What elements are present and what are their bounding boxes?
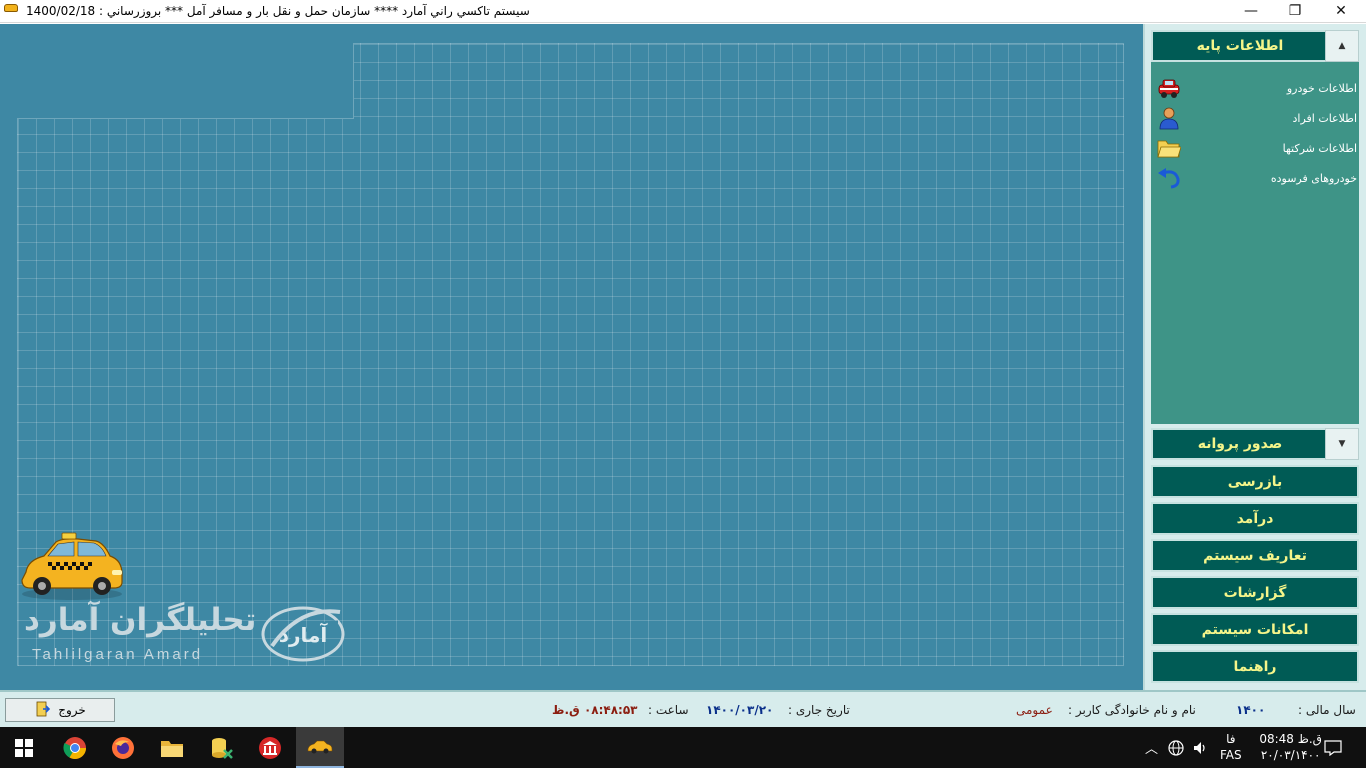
- person-icon: [1157, 106, 1181, 130]
- menu-button-help[interactable]: راهنما: [1151, 650, 1359, 683]
- taxi-app-icon: [4, 4, 18, 12]
- expand-chevron-icon[interactable]: ▼: [1325, 428, 1359, 460]
- taskbar-taxi-app[interactable]: [296, 727, 344, 768]
- chrome-icon: [63, 736, 86, 759]
- taxi-car-icon: [21, 532, 123, 600]
- menu-button-system-tools[interactable]: امکانات سیستم: [1151, 613, 1359, 646]
- volume-icon[interactable]: [1192, 740, 1208, 756]
- user-name-label: نام و نام خانوادگی کاربر :: [1068, 703, 1196, 717]
- input-language-code: FAS: [1220, 748, 1242, 762]
- date-label: تاریخ جاری :: [788, 703, 850, 717]
- company-name-persian: تحلیلگران آمارد: [24, 602, 257, 638]
- system-tray: ︿: [1145, 727, 1208, 768]
- network-globe-icon[interactable]: [1168, 739, 1184, 756]
- group-base-info-body: اطلاعات خودرو اطلاعات افراد اطلاعات شرکت…: [1151, 62, 1359, 424]
- exit-button-label: خروج: [58, 703, 86, 717]
- mdi-workspace: تحلیلگران آمارد Tahlilgaran Amard آمارد: [0, 24, 1143, 690]
- menu-button-system-definitions[interactable]: تعاریف سیستم: [1151, 539, 1359, 572]
- current-time-value: ۰۸:۴۸:۵۳ ق.ظ: [552, 703, 638, 717]
- start-button[interactable]: [0, 727, 48, 768]
- fiscal-year-value: ۱۴۰۰: [1236, 703, 1266, 717]
- firefox-icon: [112, 736, 134, 759]
- exit-button[interactable]: خروج: [5, 698, 115, 722]
- car-icon: [1157, 76, 1181, 100]
- menu-button-reports[interactable]: گزارشات: [1151, 576, 1359, 609]
- user-name-value: عمومی: [1016, 703, 1053, 717]
- folder-icon: [161, 740, 183, 757]
- taskbar-file-explorer[interactable]: [148, 727, 196, 768]
- database-tools-icon: [212, 737, 233, 759]
- nav-item-label: اطلاعات شرکتها: [1282, 141, 1357, 155]
- input-language[interactable]: فا FAS: [1220, 731, 1242, 763]
- grid-background: [17, 43, 1124, 666]
- amard-emblem-logo: آمارد: [261, 606, 345, 662]
- group-base-info-header[interactable]: اطلاعات پایه ▲: [1151, 30, 1359, 62]
- notification-icon: [1324, 739, 1342, 756]
- nav-item-vehicle-info[interactable]: اطلاعات خودرو: [1157, 75, 1357, 101]
- taskbar-bank-app[interactable]: [246, 727, 294, 768]
- taskbar-firefox[interactable]: [99, 727, 147, 768]
- fiscal-year-label: سال مالی :: [1298, 703, 1356, 717]
- window-titlebar: سيستم تاكسي راني آمارد **** سازمان حمل و…: [0, 0, 1366, 23]
- folder-icon: [1157, 136, 1181, 160]
- maximize-button[interactable]: ❐: [1272, 0, 1318, 22]
- undo-arrow-icon: [1157, 166, 1181, 190]
- taskbar-chrome[interactable]: [51, 727, 99, 768]
- minimize-button[interactable]: —: [1228, 0, 1274, 22]
- nav-item-worn-vehicles[interactable]: خودروهای فرسوده: [1157, 165, 1357, 191]
- menu-button-income[interactable]: درآمد: [1151, 502, 1359, 535]
- taxi-car-icon: [307, 740, 333, 753]
- nav-item-label: خودروهای فرسوده: [1270, 171, 1357, 185]
- collapse-chevron-icon[interactable]: ▲: [1325, 30, 1359, 62]
- windows-logo-icon: [15, 738, 33, 757]
- action-center-button[interactable]: [1310, 727, 1356, 768]
- close-button[interactable]: ✕: [1318, 0, 1364, 22]
- windows-taskbar: ︿ فا FAS ق.ظ 08:48 ۲۰/۰۳/۱۴۰۰: [0, 727, 1366, 768]
- nav-item-label: اطلاعات افراد: [1292, 111, 1357, 125]
- current-date-value: ۱۴۰۰/۰۳/۲۰: [706, 703, 774, 717]
- group-license-header[interactable]: صدور پروانه ▼: [1151, 428, 1359, 460]
- titlebar-left: [4, 4, 18, 12]
- company-name-english: Tahlilgaran Amard: [32, 646, 204, 663]
- input-language-short: فا: [1226, 732, 1236, 746]
- navigation-panel: اطلاعات پایه ▲ اطلاعات خودرو اطلاعات افر…: [1143, 24, 1366, 690]
- exit-door-icon: [34, 701, 51, 720]
- grid-empty-corner: [17, 43, 354, 119]
- chevron-up-icon[interactable]: ︿: [1145, 738, 1158, 757]
- nav-item-companies-info[interactable]: اطلاعات شرکتها: [1157, 135, 1357, 161]
- bank-icon: [259, 736, 281, 759]
- nav-item-label: اطلاعات خودرو: [1286, 81, 1357, 95]
- window-title: سيستم تاكسي راني آمارد **** سازمان حمل و…: [26, 4, 530, 18]
- taskbar-database-tool[interactable]: [198, 727, 246, 768]
- emblem-text: آمارد: [279, 622, 329, 647]
- time-label: ساعت :: [648, 703, 689, 717]
- nav-item-people-info[interactable]: اطلاعات افراد: [1157, 105, 1357, 131]
- status-bar: خروج ۰۸:۴۸:۵۳ ق.ظ ساعت : ۱۴۰۰/۰۳/۲۰ تاری…: [0, 690, 1366, 727]
- menu-button-inspection[interactable]: بازرسی: [1151, 465, 1359, 498]
